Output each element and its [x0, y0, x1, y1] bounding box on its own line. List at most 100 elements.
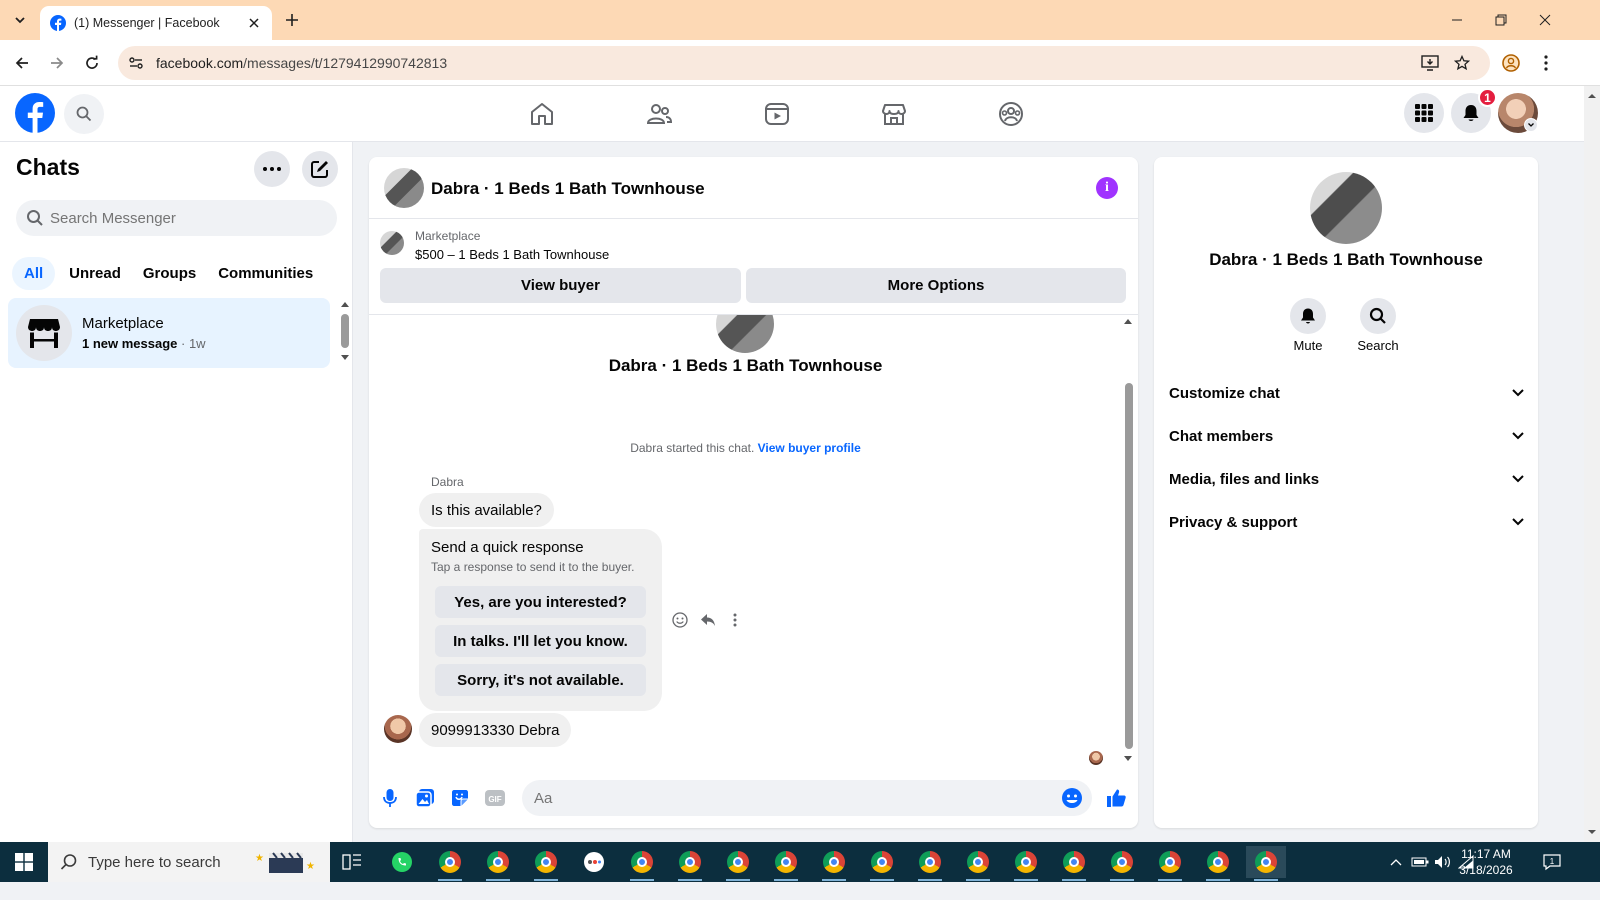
microphone-icon[interactable] — [378, 786, 402, 810]
quick-response-yes-button[interactable]: Yes, are you interested? — [435, 586, 646, 618]
tray-overflow-chevron-icon[interactable] — [1386, 852, 1406, 872]
chrome-taskbar-icon[interactable] — [958, 846, 998, 881]
page-scrollbar[interactable] — [1584, 86, 1600, 842]
app-taskbar-icon[interactable] — [574, 846, 614, 878]
media-files-links-section[interactable]: Media, files and links — [1169, 461, 1525, 497]
view-buyer-button[interactable]: View buyer — [380, 268, 741, 303]
chrome-taskbar-icon[interactable] — [766, 846, 806, 881]
account-menu-chevron-icon[interactable] — [1524, 118, 1538, 132]
react-emoji-icon[interactable] — [669, 609, 691, 631]
sidebar-scroll-up-icon[interactable] — [340, 300, 350, 308]
reply-icon[interactable] — [697, 609, 719, 631]
message-input-box[interactable] — [522, 780, 1092, 816]
whatsapp-icon[interactable] — [382, 846, 422, 878]
chrome-taskbar-icon[interactable] — [718, 846, 758, 881]
minimize-button[interactable] — [1434, 0, 1480, 40]
chrome-taskbar-icon[interactable] — [430, 846, 470, 881]
bookmark-star-icon[interactable] — [1450, 51, 1474, 75]
emoji-icon[interactable] — [1060, 786, 1084, 810]
new-tab-button[interactable] — [280, 8, 304, 32]
info-avatar[interactable] — [1310, 172, 1382, 244]
taskbar-clock[interactable]: 11:17 AM 3/18/2026 — [1450, 846, 1522, 878]
chrome-taskbar-icon[interactable] — [1006, 846, 1046, 881]
more-vertical-icon[interactable] — [724, 609, 746, 631]
quick-response-in-talks-button[interactable]: In talks. I'll let you know. — [435, 625, 646, 657]
chrome-taskbar-icon[interactable] — [814, 846, 854, 881]
message-bubble[interactable]: Is this available? — [419, 493, 554, 527]
tab-search-button[interactable] — [8, 8, 32, 32]
customize-chat-section[interactable]: Customize chat — [1169, 375, 1525, 411]
messages-scrollbar-thumb[interactable] — [1125, 383, 1133, 749]
chrome-taskbar-icon[interactable] — [910, 846, 950, 881]
restore-button[interactable] — [1478, 0, 1524, 40]
mute-button[interactable]: Mute — [1278, 298, 1338, 353]
notification-center-icon[interactable]: 1 — [1542, 852, 1562, 872]
facebook-logo-icon[interactable] — [15, 93, 55, 133]
chat-list-item[interactable]: Marketplace 1 new message · 1w — [8, 298, 330, 368]
site-info-icon[interactable] — [122, 49, 150, 77]
messenger-search-input[interactable] — [50, 209, 310, 227]
sidebar-scrollbar-thumb[interactable] — [341, 314, 349, 348]
forward-button[interactable] — [43, 49, 71, 77]
chrome-taskbar-icon[interactable] — [478, 846, 518, 881]
sticker-icon[interactable] — [448, 786, 472, 810]
chrome-taskbar-icon[interactable] — [622, 846, 662, 881]
filter-tab-unread[interactable]: Unread — [63, 257, 127, 290]
chrome-taskbar-icon[interactable] — [526, 846, 566, 881]
conversation-title[interactable]: Dabra · 1 Beds 1 Bath Townhouse — [431, 179, 705, 199]
nav-video[interactable] — [752, 92, 802, 136]
messenger-search-box[interactable] — [16, 200, 337, 236]
close-tab-icon[interactable] — [246, 15, 262, 31]
chrome-taskbar-icon[interactable] — [1198, 846, 1238, 881]
scroll-down-arrow-icon[interactable] — [1584, 826, 1600, 838]
taskbar-search-box[interactable]: Type here to search ★ ★ — [48, 842, 330, 882]
chat-members-section[interactable]: Chat members — [1169, 418, 1525, 454]
chrome-taskbar-icon-active[interactable] — [1246, 846, 1286, 881]
install-app-icon[interactable] — [1418, 51, 1442, 75]
filter-tab-all[interactable]: All — [12, 256, 56, 290]
chrome-taskbar-icon[interactable] — [1150, 846, 1190, 881]
chrome-taskbar-icon[interactable] — [1054, 846, 1094, 881]
nav-home[interactable] — [517, 92, 567, 136]
scroll-up-arrow-icon[interactable] — [1584, 90, 1600, 102]
task-view-icon[interactable] — [332, 846, 372, 878]
filter-tab-communities[interactable]: Communities — [212, 257, 319, 290]
message-input[interactable] — [534, 789, 1044, 807]
search-in-conversation-button[interactable]: Search — [1348, 298, 1408, 353]
start-button[interactable] — [0, 842, 48, 882]
reload-button[interactable] — [78, 49, 106, 77]
nav-groups[interactable] — [986, 92, 1036, 136]
url-bar[interactable]: facebook.com/messages/t/1279412990742813 — [118, 46, 1490, 80]
nav-marketplace[interactable] — [869, 92, 919, 136]
conversation-info-icon[interactable]: i — [1096, 177, 1118, 199]
search-button-circle[interactable] — [1360, 298, 1396, 334]
messages-scroll-down-icon[interactable] — [1122, 755, 1134, 763]
like-thumb-icon[interactable] — [1104, 786, 1128, 810]
chats-options-button[interactable] — [254, 151, 290, 187]
privacy-support-section[interactable]: Privacy & support — [1169, 504, 1525, 540]
battery-icon[interactable] — [1410, 852, 1430, 872]
photo-attach-icon[interactable] — [413, 786, 437, 810]
gif-icon[interactable]: GIF — [483, 786, 507, 810]
sender-avatar[interactable] — [384, 715, 412, 743]
view-buyer-profile-link[interactable]: View buyer profile — [758, 441, 861, 455]
new-message-button[interactable] — [302, 151, 338, 187]
listing-thumbnail[interactable] — [380, 231, 404, 255]
close-window-button[interactable] — [1522, 0, 1568, 40]
message-bubble[interactable]: 9099913330 Debra — [419, 713, 572, 747]
mute-button-circle[interactable] — [1290, 298, 1326, 334]
more-options-button[interactable]: More Options — [746, 268, 1126, 303]
browser-menu-icon[interactable] — [1532, 49, 1560, 77]
facebook-search-button[interactable] — [64, 94, 104, 134]
chrome-taskbar-icon[interactable] — [1102, 846, 1142, 881]
browser-tab[interactable]: (1) Messenger | Facebook — [40, 6, 272, 40]
messages-scroll-up-icon[interactable] — [1122, 317, 1134, 325]
chrome-taskbar-icon[interactable] — [670, 846, 710, 881]
menu-grid-button[interactable] — [1404, 93, 1444, 133]
filter-tab-groups[interactable]: Groups — [135, 257, 204, 290]
back-button[interactable] — [8, 49, 36, 77]
profile-account-icon[interactable] — [1497, 49, 1525, 77]
chrome-taskbar-icon[interactable] — [862, 846, 902, 881]
quick-response-not-available-button[interactable]: Sorry, it's not available. — [435, 664, 646, 696]
nav-friends[interactable] — [634, 92, 684, 136]
